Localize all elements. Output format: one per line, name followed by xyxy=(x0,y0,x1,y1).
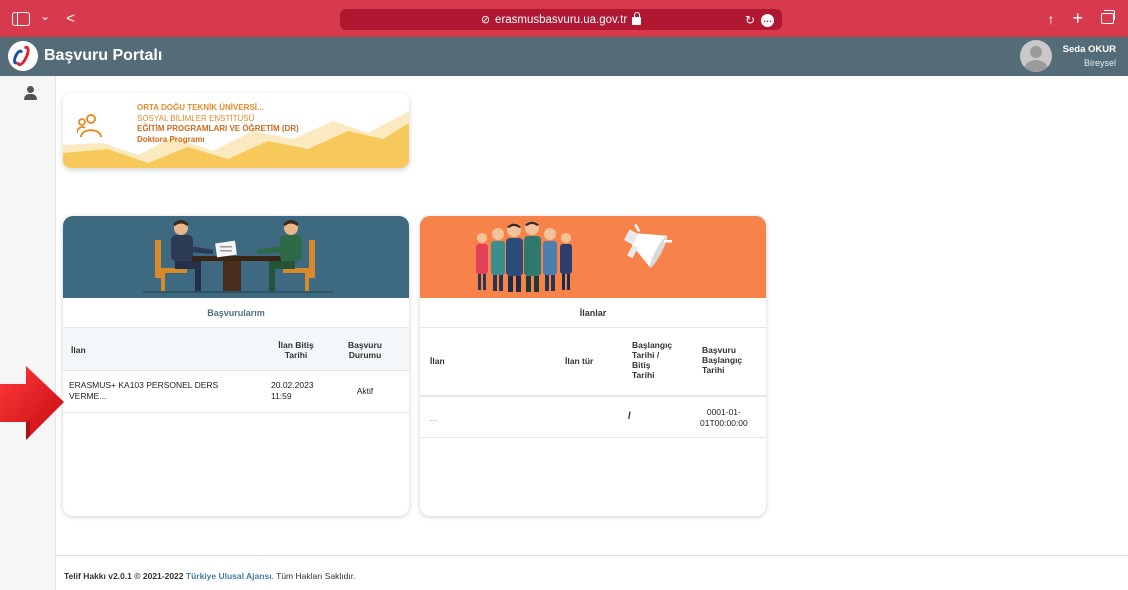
url-text: erasmusbasvuru.ua.gov.tr xyxy=(495,13,628,26)
sidebar-toggle-icon[interactable] xyxy=(12,11,30,26)
row-basvuru-date: 0001-01- xyxy=(706,407,741,417)
meeting-illustration xyxy=(143,220,333,293)
footer-prefix: Telif Hakkı v2.0.1 © 2021-2022 xyxy=(64,571,186,581)
col-basvuru-baslangic[interactable]: Başvuru Başlangıç Tarihi xyxy=(702,345,742,375)
browser-right-controls: ↑ + xyxy=(1047,8,1115,29)
status-badge: Aktif xyxy=(356,386,374,396)
col-ilan-tur-label: İlan tür xyxy=(565,356,594,366)
university-name: ORTA DOĞU TEKNİK ÜNİVERSİ... xyxy=(137,103,264,112)
col-ilan-bitis-line1: İlan Bitiş xyxy=(278,340,314,350)
institute-name: SOSYAL BİLİMLER ENSTİTÜSÜ xyxy=(137,113,255,123)
share-icon[interactable]: ↑ xyxy=(1047,11,1054,27)
table-row[interactable]: ... / 0001-01- 01T00:00:00 xyxy=(420,396,766,438)
col-baslangic-line4: Tarihi xyxy=(632,370,655,380)
address-bar-actions: ↻ … xyxy=(745,13,774,27)
col-ilan-bitis-line2: Tarihi xyxy=(284,350,308,360)
footer: Telif Hakkı v2.0.1 © 2021-2022 Türkiye U… xyxy=(56,555,1128,590)
col-basvuru-durumu[interactable]: Başvuru Durumu xyxy=(340,340,390,360)
app-title: Başvuru Portalı xyxy=(44,47,163,64)
row-ilan[interactable]: ... xyxy=(430,413,437,424)
row-ilan-line1: ERASMUS+ KA103 PERSONEL DERS xyxy=(69,380,219,390)
announcements-table-header: İlan İlan tür Başlangıç Tarihi / Bitiş T… xyxy=(420,328,766,396)
browser-left-controls: ⌄ < xyxy=(12,9,75,27)
more-icon[interactable]: … xyxy=(761,13,774,27)
footer-suffix: . Tüm Hakları Saklıdır. xyxy=(271,571,356,581)
address-bar[interactable]: ⊘ erasmusbasvuru.ua.gov.tr ↻ … xyxy=(340,9,782,30)
col-basvuru-baslangic-line2: Başlangıç xyxy=(702,355,743,365)
left-sidebar xyxy=(0,76,56,590)
red-arrow-annotation xyxy=(0,366,64,440)
col-baslangic-line1: Başlangıç xyxy=(632,340,673,350)
tabs-overview-icon[interactable] xyxy=(1101,10,1115,24)
crowd-megaphone-illustration xyxy=(476,221,672,292)
row-basvuru-baslangic: 0001-01- 01T00:00:00 xyxy=(700,407,748,429)
col-basvuru-durumu-line2: Durumu xyxy=(348,350,382,360)
reload-icon[interactable]: ↻ xyxy=(745,13,755,27)
row-ilan-line2: VERME... xyxy=(69,391,107,401)
row-dates: / xyxy=(628,411,631,422)
col-basvuru-durumu-line1: Başvuru xyxy=(347,340,382,350)
col-basvuru-baslangic-line3: Tarihi xyxy=(702,365,725,375)
back-icon[interactable]: < xyxy=(66,10,75,27)
program-card-text: ORTA DOĞU TEKNİK ÜNİVERSİ... SOSYAL BİLİ… xyxy=(137,103,299,145)
footer-copyright: Telif Hakkı v2.0.1 © 2021-2022 Türkiye U… xyxy=(64,571,356,581)
applications-card: Başvurularım İlan İlan Bitiş Tarihi Başv… xyxy=(63,216,409,516)
ulusal-ajans-logo[interactable] xyxy=(8,41,38,71)
table-row[interactable]: ERASMUS+ KA103 PERSONEL DERS VERME... 20… xyxy=(63,371,409,413)
col-ilan-bitis[interactable]: İlan Bitiş Tarihi xyxy=(271,340,321,360)
col-ilan-tur[interactable]: İlan tür xyxy=(565,356,593,366)
program-card[interactable]: ORTA DOĞU TEKNİK ÜNİVERSİ... SOSYAL BİLİ… xyxy=(63,93,409,168)
link-icon: ⊘ xyxy=(480,14,491,26)
program-type: Doktora Programı xyxy=(137,134,205,144)
footer-agency-link[interactable]: Türkiye Ulusal Ajansı xyxy=(186,571,272,581)
col-ilan-label: İlan xyxy=(430,356,445,366)
user-icon[interactable] xyxy=(24,86,38,100)
col-baslangic-line3: Bitiş xyxy=(632,360,651,370)
chevron-down-icon[interactable]: ⌄ xyxy=(40,9,50,23)
people-group-icon xyxy=(77,114,102,138)
applications-title: Başvurularım xyxy=(63,298,409,328)
col-ilan-label: İlan xyxy=(71,345,86,355)
browser-toolbar: ⌄ < ⊘ erasmusbasvuru.ua.gov.tr ↻ … ↑ + xyxy=(0,0,1128,37)
announcements-card: İlanlar İlan İlan tür Başlangıç Tarihi /… xyxy=(420,216,766,516)
logo-red-stroke xyxy=(13,43,33,69)
col-baslangic-line2: Tarihi / xyxy=(632,350,660,360)
lock-icon xyxy=(632,11,642,25)
row-bitis-date: 20.02.2023 xyxy=(271,380,314,390)
row-basvuru-time: 01T00:00:00 xyxy=(700,418,748,428)
user-role: Bireysel xyxy=(1083,58,1116,68)
row-bitis-time: 11:59 xyxy=(271,391,292,401)
row-bitis: 20.02.2023 11:59 xyxy=(271,380,314,402)
row-ilan[interactable]: ERASMUS+ KA103 PERSONEL DERS VERME... xyxy=(69,380,249,402)
new-tab-icon[interactable]: + xyxy=(1072,8,1083,29)
applications-banner xyxy=(63,216,409,298)
department-name: EĞİTİM PROGRAMLARI VE ÖĞRETİM (DR) xyxy=(137,124,299,134)
app-header: Başvuru Portalı Seda OKUR Bireysel xyxy=(0,37,1128,76)
col-ilan[interactable]: İlan xyxy=(430,356,445,366)
col-basvuru-baslangic-line1: Başvuru xyxy=(702,345,737,355)
col-ilan[interactable]: İlan xyxy=(71,345,86,355)
user-name[interactable]: Seda OKUR xyxy=(1063,44,1116,55)
announcements-title: İlanlar xyxy=(420,298,766,328)
announcements-banner xyxy=(420,216,766,298)
user-avatar[interactable] xyxy=(1020,40,1052,72)
megaphone-icon xyxy=(623,229,668,268)
applications-table-header: İlan İlan Bitiş Tarihi Başvuru Durumu xyxy=(63,328,409,371)
col-baslangic-bitis[interactable]: Başlangıç Tarihi / Bitiş Tarihi xyxy=(632,340,672,380)
